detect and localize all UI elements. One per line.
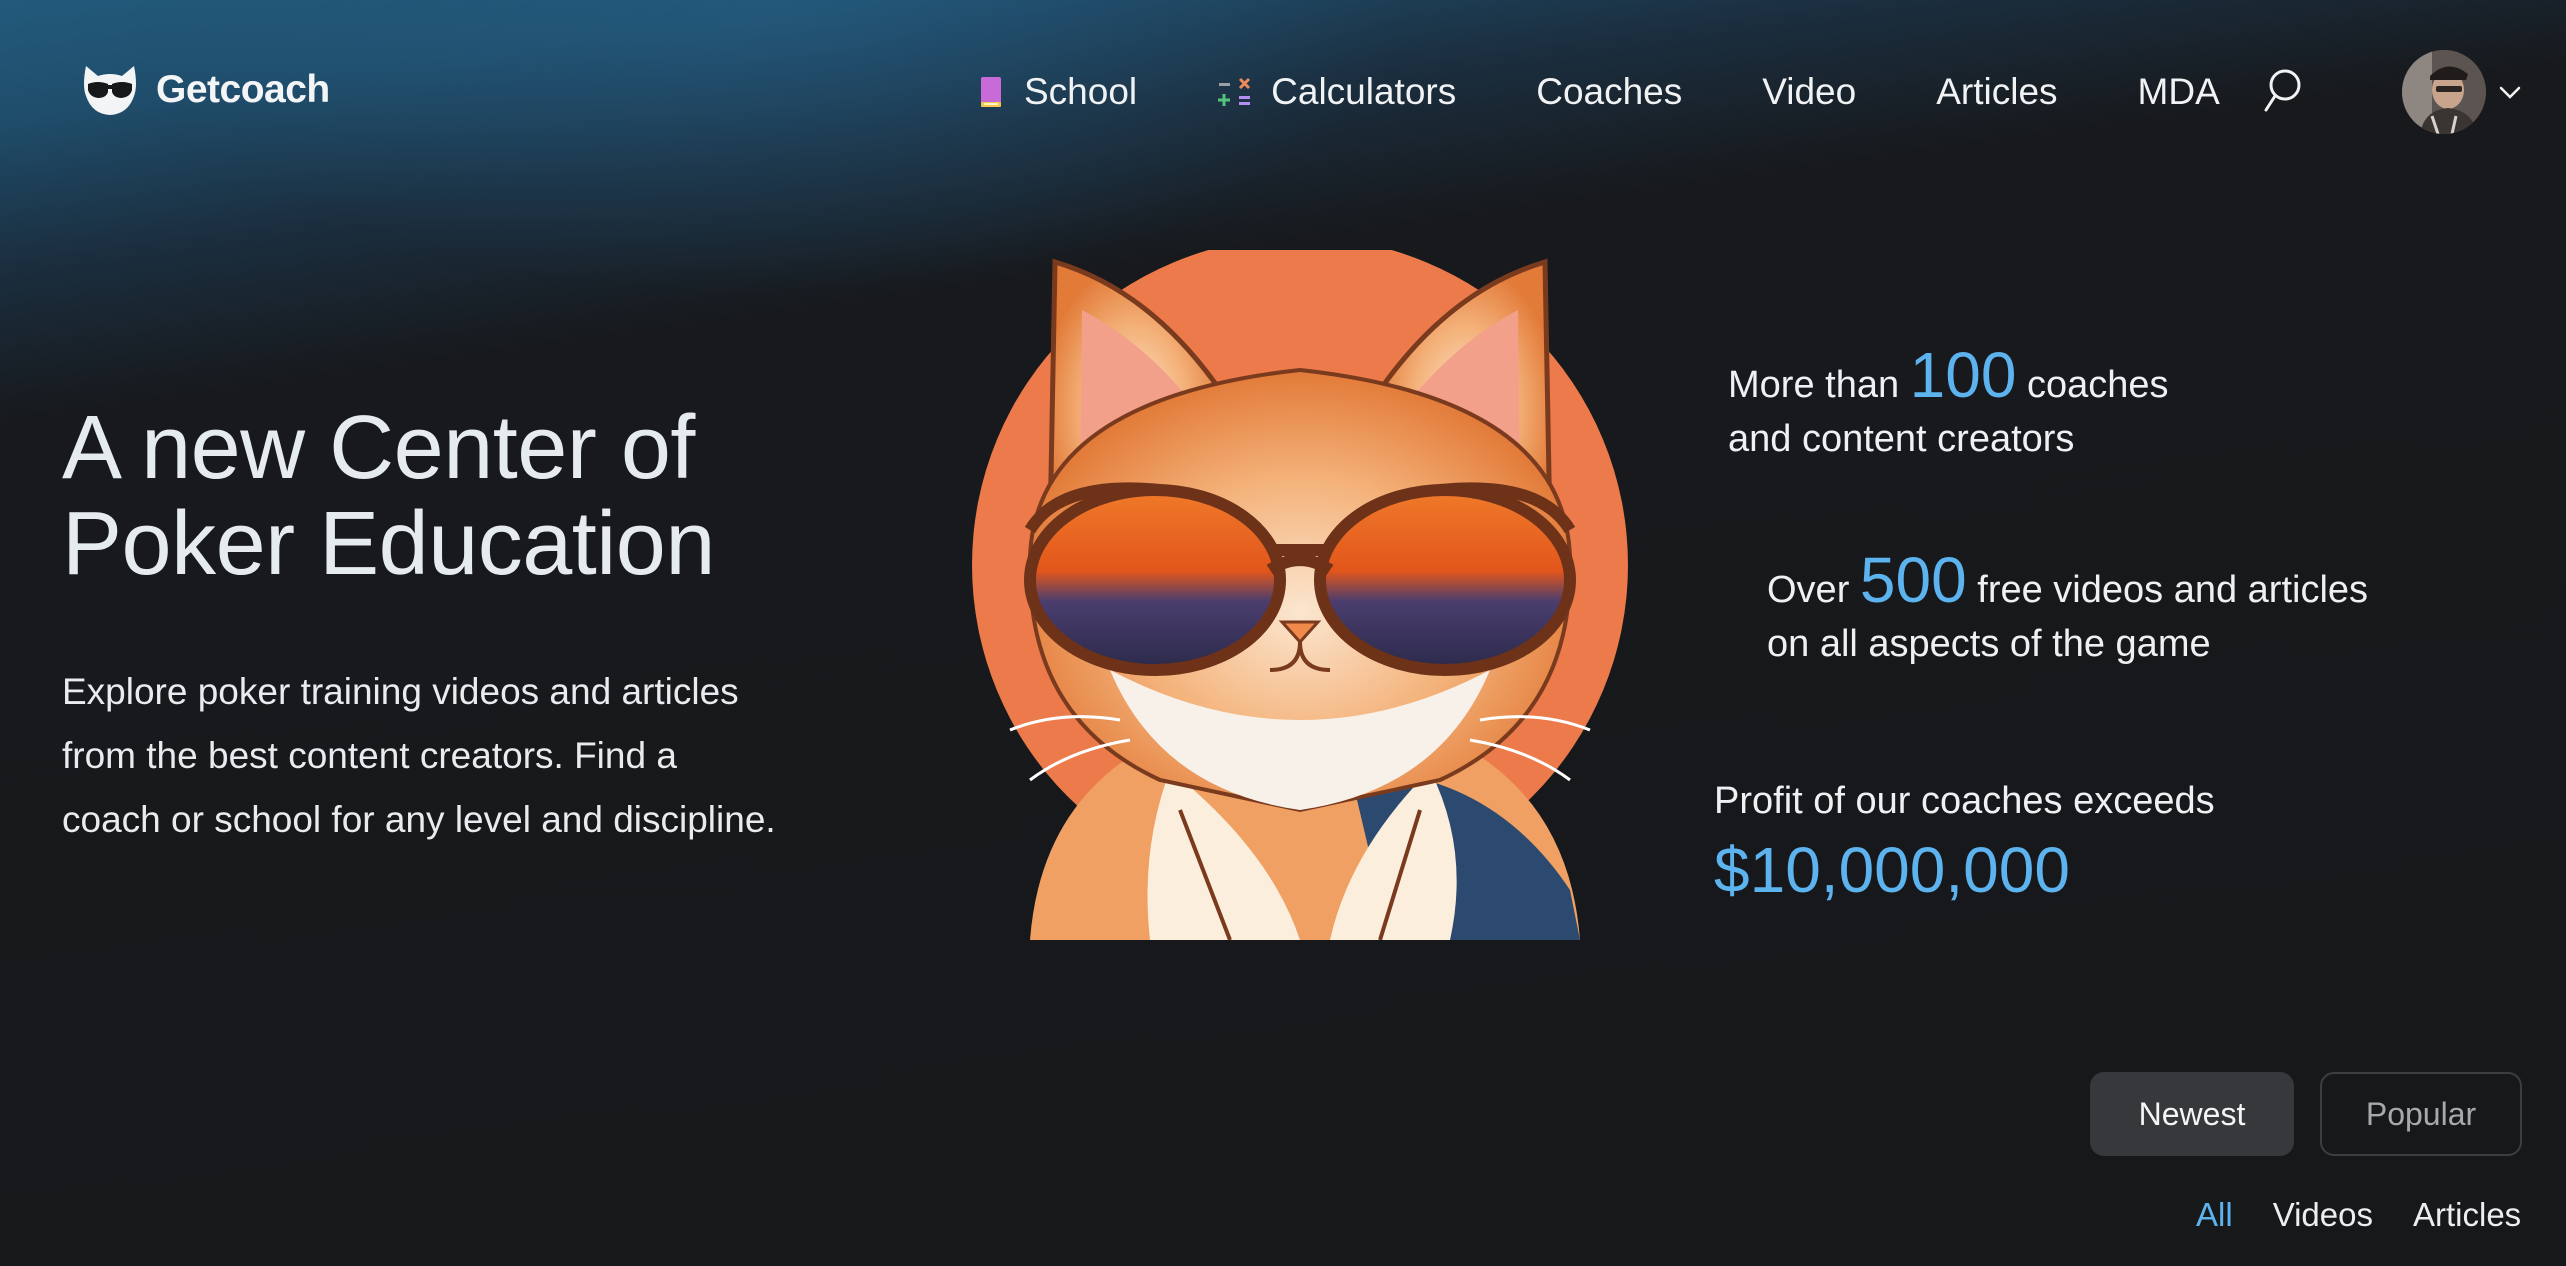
stat-videos-prefix: Over (1767, 569, 1850, 611)
search-icon[interactable] (2262, 66, 2302, 116)
subtitle-line-3: coach or school for any level and discip… (62, 799, 776, 840)
stat-videos: Over 500 free videos and articles on all… (1767, 548, 2467, 671)
main-nav: School Calculators Coaches Video Article… (976, 66, 2220, 118)
hero-subtitle: Explore poker training videos and articl… (62, 660, 862, 852)
stat-profit-label: Profit of our coaches exceeds (1714, 780, 2215, 822)
stat-videos-suffix: free videos and articles (1977, 569, 2369, 611)
nav-item-video[interactable]: Video (1762, 71, 1856, 113)
cat-illustration (972, 250, 1628, 940)
nav-label-mda: MDA (2137, 71, 2220, 112)
title-line-1: A new Center of (62, 398, 695, 498)
chevron-down-icon[interactable] (2498, 82, 2522, 102)
avatar[interactable] (2402, 50, 2486, 134)
book-icon (981, 77, 1001, 107)
cat-sunglasses-icon (84, 66, 136, 115)
nav-item-articles[interactable]: Articles (1936, 71, 2057, 113)
subtitle-line-2: from the best content creators. Find a (62, 735, 677, 776)
filter-all[interactable]: All (2196, 1196, 2233, 1234)
nav-label-calculators: Calculators (1271, 71, 1457, 112)
brand-name: Getcoach (156, 68, 330, 111)
filter-articles[interactable]: Articles (2413, 1196, 2521, 1234)
nav-item-mda[interactable]: MDA (2138, 71, 2220, 113)
stat-coaches-value: 100 (1909, 339, 2017, 411)
filter-videos[interactable]: Videos (2273, 1196, 2373, 1234)
stat-profit: Profit of our coaches exceeds $10,000,00… (1714, 774, 2414, 910)
avatar-photo (2402, 50, 2486, 134)
sort-newest-button[interactable]: Newest (2090, 1072, 2294, 1156)
logo[interactable]: Getcoach (80, 62, 330, 118)
nav-item-calculators[interactable]: Calculators (1217, 71, 1456, 113)
page-title: A new Center of Poker Education (62, 400, 822, 592)
sort-popular-button[interactable]: Popular (2320, 1072, 2522, 1156)
title-line-2: Poker Education (62, 494, 715, 594)
calculator-icon (1218, 77, 1251, 106)
stat-coaches-prefix: More than (1728, 364, 1900, 406)
stat-profit-value: $10,000,000 (1714, 834, 2070, 906)
nav-item-school[interactable]: School (976, 71, 1137, 113)
nav-label-video: Video (1762, 71, 1857, 112)
nav-label-school: School (1024, 71, 1138, 112)
stat-videos-value: 500 (1859, 544, 1967, 616)
nav-label-coaches: Coaches (1536, 71, 1683, 112)
stat-coaches-suffix: coaches (2027, 364, 2169, 406)
stat-coaches: More than 100 coaches and content creato… (1728, 343, 2288, 466)
stat-coaches-line2: and content creators (1728, 418, 2075, 460)
content-filter: All Videos Articles (2196, 1196, 2521, 1234)
nav-label-articles: Articles (1936, 71, 2058, 112)
subtitle-line-1: Explore poker training videos and articl… (62, 671, 739, 712)
nav-item-coaches[interactable]: Coaches (1536, 71, 1682, 113)
stat-videos-line2: on all aspects of the game (1767, 623, 2211, 665)
